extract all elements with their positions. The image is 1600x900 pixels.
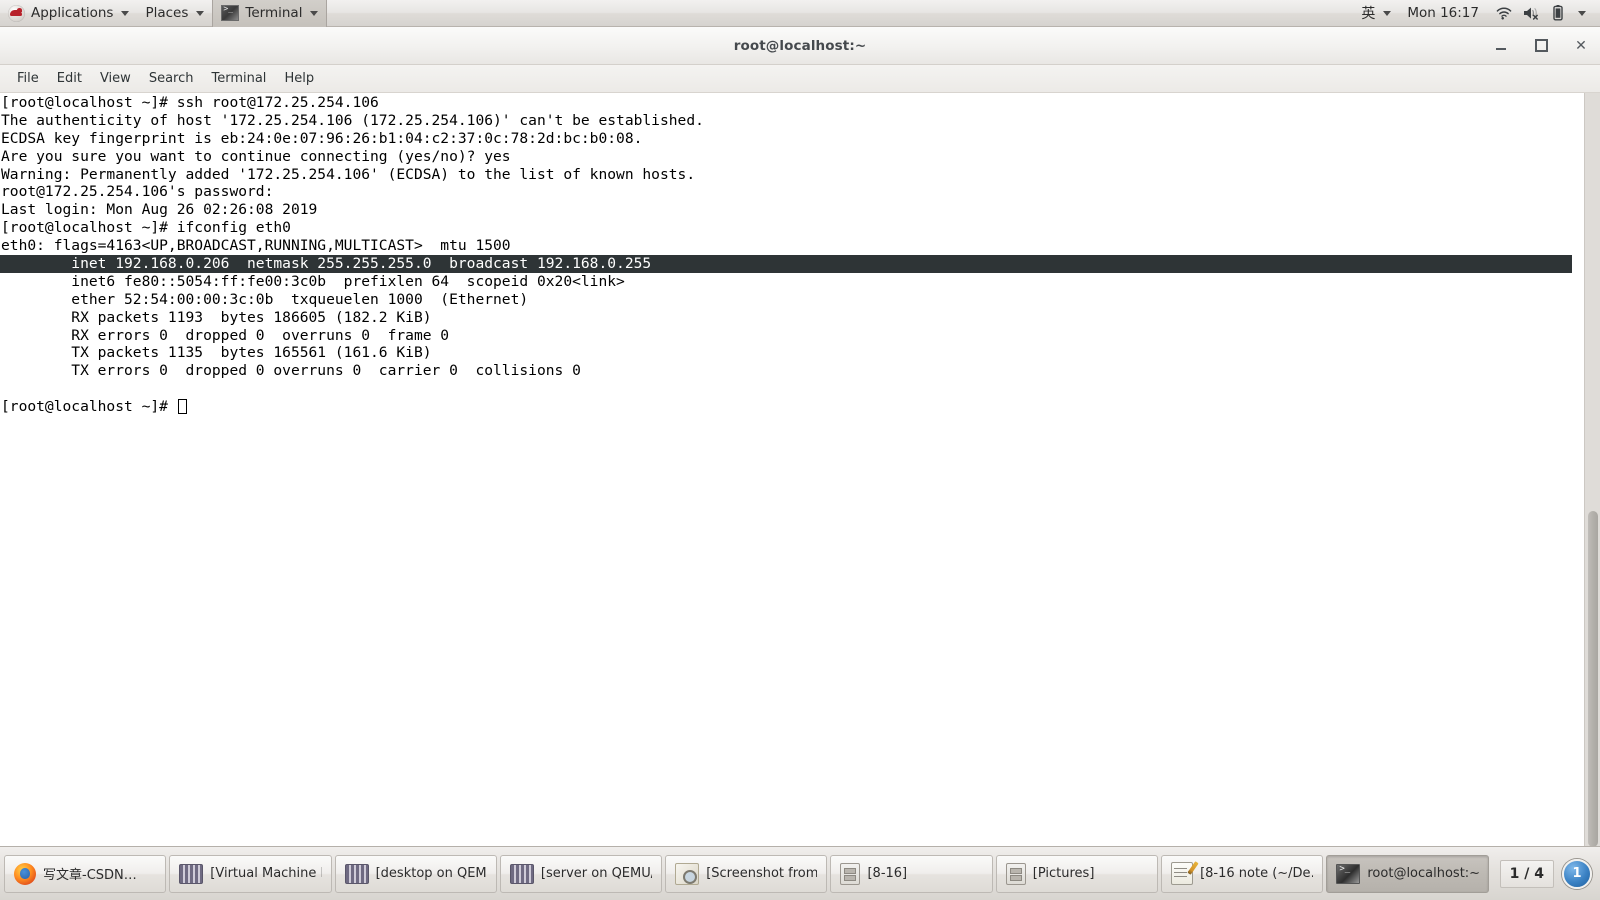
terminal-icon: [1336, 863, 1361, 884]
redhat-logo-icon: [8, 4, 25, 22]
virt-manager-icon: [344, 863, 369, 884]
places-menu-label: Places: [145, 5, 189, 21]
chevron-down-icon: [1383, 10, 1392, 16]
active-window-menu[interactable]: Terminal: [212, 0, 328, 27]
panel-status-area: 英 Mon 16:17: [1353, 0, 1600, 27]
close-icon: ✕: [1575, 37, 1587, 54]
input-method-indicator[interactable]: 英: [1353, 0, 1399, 27]
notes-icon: [1171, 862, 1194, 885]
menu-item-terminal[interactable]: Terminal: [202, 68, 275, 89]
taskbar-item-label: [desktop on QEM…: [375, 866, 487, 881]
taskbar-item-label: [Pictures]: [1032, 866, 1095, 881]
current-workspace-badge[interactable]: 1: [1562, 858, 1593, 889]
taskbar-item-firefox[interactable]: 写文章-CSDN…: [4, 854, 167, 893]
terminal-line: eth0: flags=4163<UP,BROADCAST,RUNNING,MU…: [1, 237, 511, 255]
chevron-down-icon: [1578, 10, 1586, 16]
taskbar-item-folder-pictures[interactable]: [Pictures]: [995, 854, 1159, 893]
minimize-button[interactable]: [1490, 35, 1512, 57]
chevron-down-icon: [121, 10, 130, 16]
window-controls: ✕: [1490, 27, 1592, 64]
terminal-body[interactable]: [root@localhost ~]# ssh root@172.25.254.…: [0, 93, 1600, 847]
terminal-window: root@localhost:~ ✕ File Edit View Search…: [0, 27, 1600, 847]
taskbar-item-server-on-qemu[interactable]: [server on QEMU/…: [499, 854, 663, 893]
terminal-line: TX errors 0 dropped 0 overruns 0 carrier…: [1, 362, 581, 380]
terminal-line: inet6 fe80::5054:ff:fe00:3c0b prefixlen …: [1, 272, 625, 290]
terminal-line: RX packets 1193 bytes 186605 (182.2 KiB): [1, 308, 432, 326]
virt-manager-icon: [509, 863, 534, 884]
taskbar-item-note-8-16[interactable]: [8-16 note (~/De…: [1161, 854, 1324, 893]
taskbar-item-virtual-machine-manager[interactable]: [Virtual Machine M…: [169, 854, 332, 893]
minimize-icon: [1496, 47, 1506, 50]
terminal-line-selected: inet 192.168.0.206 netmask 255.255.255.0…: [0, 255, 1572, 273]
taskbar-item-label: [Screenshot from …: [706, 866, 818, 881]
taskbar-item-screenshot[interactable]: [Screenshot from …: [665, 854, 828, 893]
terminal-line: The authenticity of host '172.25.254.106…: [1, 111, 704, 129]
maximize-button[interactable]: [1530, 35, 1552, 57]
terminal-line: root@172.25.254.106's password:: [1, 183, 274, 201]
menu-bar: File Edit View Search Terminal Help: [0, 65, 1600, 93]
files-icon: [1005, 862, 1026, 885]
places-menu[interactable]: Places: [137, 0, 212, 27]
terminal-prompt: [root@localhost ~]#: [1, 398, 177, 416]
firefox-icon: [14, 862, 36, 885]
menu-item-file[interactable]: File: [8, 68, 48, 89]
terminal-line: Last login: Mon Aug 26 02:26:08 2019: [1, 201, 318, 219]
terminal-line: Warning: Permanently added '172.25.254.1…: [1, 165, 696, 183]
terminal-scrollbar-thumb[interactable]: [1588, 511, 1598, 847]
top-panel: Applications Places Terminal 英 Mon 16:17: [0, 0, 1600, 27]
terminal-line: [root@localhost ~]# ifconfig eth0: [1, 219, 291, 237]
menu-item-edit[interactable]: Edit: [48, 68, 91, 89]
workspace-pager: 1 / 4 1: [1492, 858, 1596, 889]
terminal-line: Are you sure you want to continue connec…: [1, 147, 511, 165]
taskbar-item-label: root@localhost:~: [1367, 866, 1479, 881]
taskbar-item-label: 写文章-CSDN…: [43, 868, 137, 883]
clock-label: Mon 16:17: [1407, 5, 1479, 21]
files-icon: [840, 862, 861, 885]
volume-muted-icon: [1524, 7, 1538, 20]
menu-item-help[interactable]: Help: [275, 68, 323, 89]
terminal-prompt-line: [root@localhost ~]#: [0, 398, 1572, 416]
input-method-label: 英: [1361, 6, 1376, 22]
window-title-bar[interactable]: root@localhost:~ ✕: [0, 27, 1600, 65]
virt-manager-icon: [179, 863, 204, 884]
taskbar-item-label: [8-16 note (~/De…: [1200, 866, 1314, 881]
maximize-icon: [1534, 39, 1548, 52]
close-button[interactable]: ✕: [1570, 35, 1592, 57]
screenshot-icon: [675, 862, 700, 885]
wifi-icon: [1496, 7, 1512, 20]
taskbar: 写文章-CSDN… [Virtual Machine M… [desktop o…: [0, 846, 1600, 900]
terminal-output[interactable]: [root@localhost ~]# ssh root@172.25.254.…: [0, 93, 1572, 416]
clock[interactable]: Mon 16:17: [1399, 0, 1487, 27]
applications-menu[interactable]: Applications: [0, 0, 137, 27]
terminal-line: ECDSA key fingerprint is eb:24:0e:07:96:…: [1, 129, 643, 147]
active-window-label: Terminal: [245, 5, 303, 21]
terminal-scrollbar[interactable]: [1584, 93, 1600, 847]
taskbar-item-label: [server on QEMU/…: [540, 866, 652, 881]
window-title: root@localhost:~: [733, 37, 867, 54]
taskbar-item-desktop-on-qemu[interactable]: [desktop on QEM…: [334, 854, 497, 893]
terminal-cursor: [177, 399, 187, 415]
taskbar-item-terminal[interactable]: root@localhost:~: [1326, 854, 1489, 893]
menu-item-view[interactable]: View: [91, 68, 140, 89]
system-status-menu[interactable]: [1487, 0, 1594, 27]
terminal-line: ether 52:54:00:00:3c:0b txqueuelen 1000 …: [1, 290, 529, 308]
workspace-count-label[interactable]: 1 / 4: [1499, 859, 1555, 888]
terminal-icon: [221, 4, 240, 21]
chevron-down-icon: [196, 10, 205, 16]
chevron-down-icon: [310, 10, 319, 16]
battery-icon: [1553, 5, 1563, 21]
terminal-line: RX errors 0 dropped 0 overruns 0 frame 0: [1, 326, 450, 344]
taskbar-item-folder-8-16[interactable]: [8-16]: [830, 854, 993, 893]
terminal-line: TX packets 1135 bytes 165561 (161.6 KiB): [1, 344, 432, 362]
applications-menu-label: Applications: [31, 5, 114, 21]
terminal-line: [root@localhost ~]# ssh root@172.25.254.…: [1, 94, 379, 111]
taskbar-item-label: [Virtual Machine M…: [210, 866, 321, 881]
taskbar-item-label: [8-16]: [867, 866, 908, 881]
menu-item-search[interactable]: Search: [140, 68, 203, 89]
